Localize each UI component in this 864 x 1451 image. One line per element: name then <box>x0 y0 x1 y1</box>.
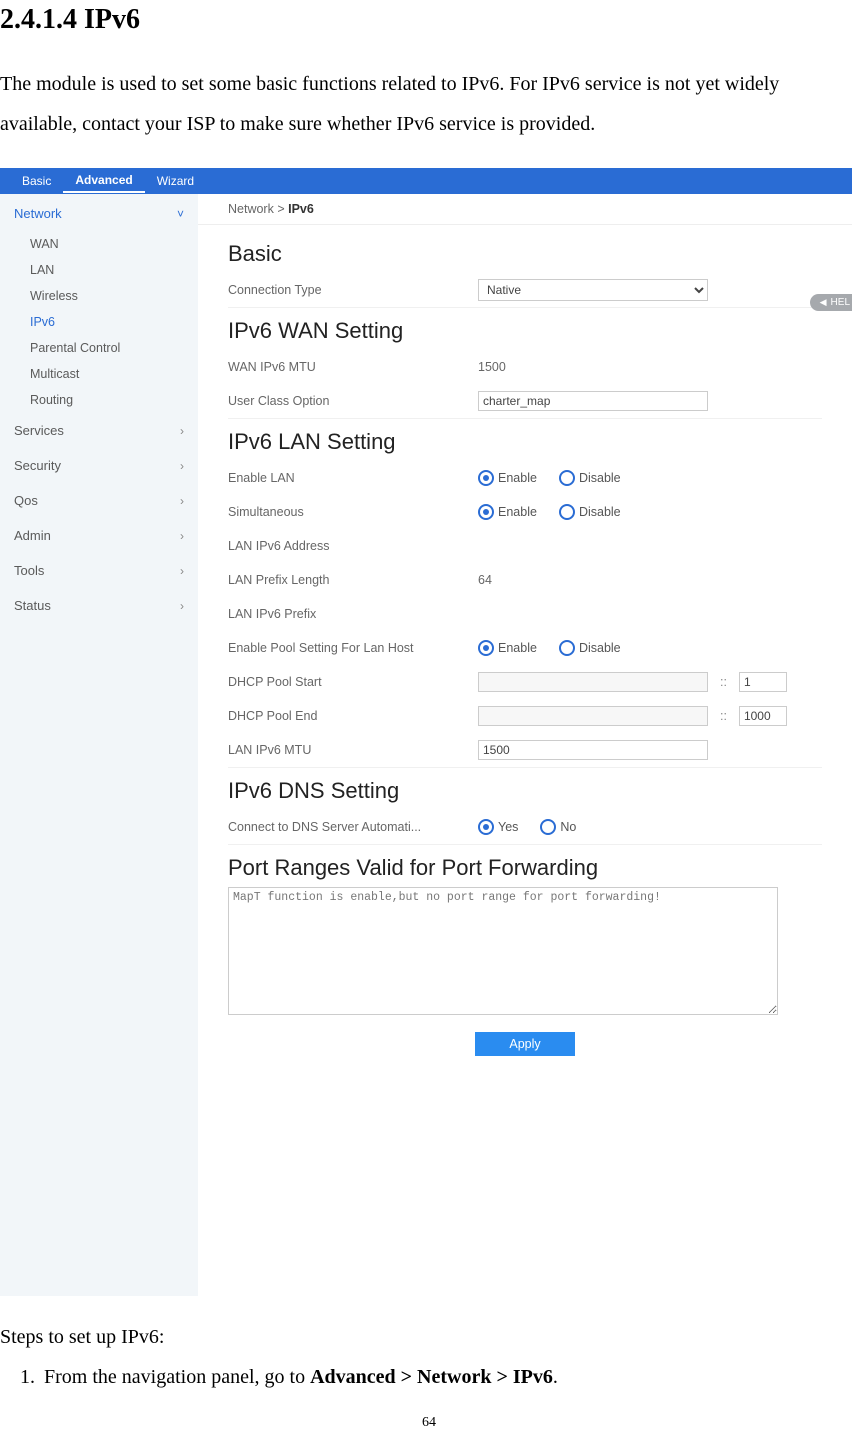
dns-auto-no[interactable]: No <box>540 819 576 835</box>
enable-lan-disable[interactable]: Disable <box>559 470 621 486</box>
chevron-right-icon: › <box>180 564 184 578</box>
sidebar-label: Qos <box>14 493 38 508</box>
pool-enable-label: Enable Pool Setting For Lan Host <box>228 641 478 655</box>
sidebar-sub-multicast[interactable]: Multicast <box>0 361 198 387</box>
enable-lan-radio-group: Enable Disable <box>478 470 621 486</box>
page-number: 64 <box>0 1415 858 1431</box>
chevron-down-icon: ˅ <box>177 207 184 221</box>
dns-auto-yes[interactable]: Yes <box>478 819 518 835</box>
section-lan-title: IPv6 LAN Setting <box>228 429 822 455</box>
separator: :: <box>716 675 731 689</box>
intro-paragraph: The module is used to set some basic fun… <box>0 64 858 144</box>
tab-wizard[interactable]: Wizard <box>145 170 206 192</box>
lan-mtu-input[interactable] <box>478 740 708 760</box>
sidebar-item-tools[interactable]: Tools › <box>0 553 198 588</box>
radio-icon <box>478 504 494 520</box>
sidebar-label: Security <box>14 458 61 473</box>
chevron-right-icon: › <box>180 424 184 438</box>
sidebar-sub-routing[interactable]: Routing <box>0 387 198 413</box>
router-ui-screenshot: Basic Advanced Wizard Network ˅ WAN LAN … <box>0 168 852 1296</box>
user-class-label: User Class Option <box>228 394 478 408</box>
simultaneous-label: Simultaneous <box>228 505 478 519</box>
sidebar-item-admin[interactable]: Admin › <box>0 518 198 553</box>
wan-mtu-label: WAN IPv6 MTU <box>228 360 478 374</box>
pool-end-prefix-input[interactable] <box>478 706 708 726</box>
dns-auto-label: Connect to DNS Server Automati... <box>228 820 478 834</box>
sidebar-sub-ipv6[interactable]: IPv6 <box>0 309 198 335</box>
sidebar-item-qos[interactable]: Qos › <box>0 483 198 518</box>
pool-end-label: DHCP Pool End <box>228 709 478 723</box>
section-basic-title: Basic <box>228 241 822 267</box>
lan-addr-label: LAN IPv6 Address <box>228 539 478 553</box>
simultaneous-disable[interactable]: Disable <box>559 504 621 520</box>
sidebar-label: Network <box>14 206 62 221</box>
radio-icon <box>478 819 494 835</box>
pool-enable-enable[interactable]: Enable <box>478 640 537 656</box>
sidebar-label: Services <box>14 423 64 438</box>
enable-lan-label: Enable LAN <box>228 471 478 485</box>
breadcrumb-prefix: Network > <box>228 202 288 216</box>
section-portfwd-title: Port Ranges Valid for Port Forwarding <box>228 855 822 881</box>
section-heading: 2.4.1.4 IPv6 <box>0 4 858 36</box>
simultaneous-radio-group: Enable Disable <box>478 504 621 520</box>
pool-enable-radio-group: Enable Disable <box>478 640 621 656</box>
pool-start-prefix-input[interactable] <box>478 672 708 692</box>
breadcrumb: Network > IPv6 <box>198 194 852 225</box>
chevron-right-icon: › <box>180 459 184 473</box>
help-label: HEL <box>831 297 850 308</box>
sidebar-sub-wan[interactable]: WAN <box>0 231 198 257</box>
top-nav: Basic Advanced Wizard <box>0 168 852 194</box>
steps-list: From the navigation panel, go to Advance… <box>0 1359 858 1395</box>
chevron-right-icon: › <box>180 599 184 613</box>
sidebar-item-services[interactable]: Services › <box>0 413 198 448</box>
sidebar-sub-parental[interactable]: Parental Control <box>0 335 198 361</box>
enable-lan-enable[interactable]: Enable <box>478 470 537 486</box>
pool-start-label: DHCP Pool Start <box>228 675 478 689</box>
wan-mtu-value: 1500 <box>478 360 822 374</box>
section-wan-title: IPv6 WAN Setting <box>228 318 822 344</box>
radio-icon <box>478 470 494 486</box>
radio-icon <box>559 504 575 520</box>
simultaneous-enable[interactable]: Enable <box>478 504 537 520</box>
section-dns-title: IPv6 DNS Setting <box>228 778 822 804</box>
step-1: From the navigation panel, go to Advance… <box>40 1359 858 1395</box>
sidebar-label: Admin <box>14 528 51 543</box>
radio-icon <box>559 640 575 656</box>
lan-mtu-label: LAN IPv6 MTU <box>228 743 478 757</box>
sidebar: Network ˅ WAN LAN Wireless IPv6 Parental… <box>0 194 198 1296</box>
lan-prefix-label: LAN IPv6 Prefix <box>228 607 478 621</box>
pool-enable-disable[interactable]: Disable <box>559 640 621 656</box>
arrow-left-icon: ◀ <box>820 297 827 308</box>
sidebar-item-network[interactable]: Network ˅ <box>0 196 198 231</box>
sidebar-sub-lan[interactable]: LAN <box>0 257 198 283</box>
lan-prefix-len-label: LAN Prefix Length <box>228 573 478 587</box>
radio-icon <box>559 470 575 486</box>
pool-end-suffix-input[interactable] <box>739 706 787 726</box>
sidebar-sub-wireless[interactable]: Wireless <box>0 283 198 309</box>
sidebar-label: Tools <box>14 563 44 578</box>
pool-start-suffix-input[interactable] <box>739 672 787 692</box>
chevron-right-icon: › <box>180 494 184 508</box>
tab-basic[interactable]: Basic <box>10 170 63 192</box>
sidebar-item-security[interactable]: Security › <box>0 448 198 483</box>
help-button[interactable]: ◀ HEL <box>810 294 852 311</box>
radio-icon <box>540 819 556 835</box>
user-class-input[interactable] <box>478 391 708 411</box>
chevron-right-icon: › <box>180 529 184 543</box>
apply-button[interactable]: Apply <box>475 1032 574 1056</box>
radio-icon <box>478 640 494 656</box>
dns-auto-radio-group: Yes No <box>478 819 576 835</box>
steps-intro: Steps to set up IPv6: <box>0 1326 858 1349</box>
portfwd-textarea[interactable]: MapT function is enable,but no port rang… <box>228 887 778 1015</box>
connection-type-select[interactable]: Native <box>478 279 708 301</box>
sidebar-item-status[interactable]: Status › <box>0 588 198 623</box>
content-panel: Network > IPv6 ◀ HEL Basic Connection Ty… <box>198 194 852 1296</box>
tab-advanced[interactable]: Advanced <box>63 169 144 193</box>
connection-type-label: Connection Type <box>228 283 478 297</box>
breadcrumb-current: IPv6 <box>288 202 314 216</box>
separator: :: <box>716 709 731 723</box>
lan-prefix-len-value: 64 <box>478 573 822 587</box>
sidebar-label: Status <box>14 598 51 613</box>
